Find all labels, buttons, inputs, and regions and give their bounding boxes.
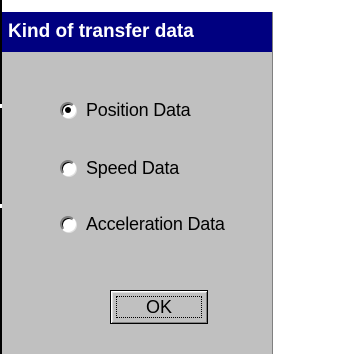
- option-position-data[interactable]: Position Data: [60, 98, 191, 122]
- ok-button[interactable]: OK: [110, 290, 208, 324]
- ok-button-label: OK: [145, 296, 172, 317]
- option-label: Position Data: [86, 99, 191, 120]
- radio-button[interactable]: [60, 216, 76, 232]
- radio-selected-dot: [65, 107, 71, 113]
- option-label: Acceleration Data: [86, 213, 225, 234]
- radio-button[interactable]: [60, 102, 76, 118]
- radio-button[interactable]: [60, 160, 76, 176]
- transfer-data-dialog: Kind of transfer data Position Data Spee…: [0, 0, 343, 354]
- option-speed-data[interactable]: Speed Data: [60, 156, 179, 180]
- option-label: Speed Data: [86, 157, 180, 178]
- dialog-panel: Kind of transfer data Position Data Spee…: [2, 12, 273, 354]
- dialog-title: Kind of transfer data: [2, 12, 272, 52]
- option-acceleration-data[interactable]: Acceleration Data: [60, 212, 225, 236]
